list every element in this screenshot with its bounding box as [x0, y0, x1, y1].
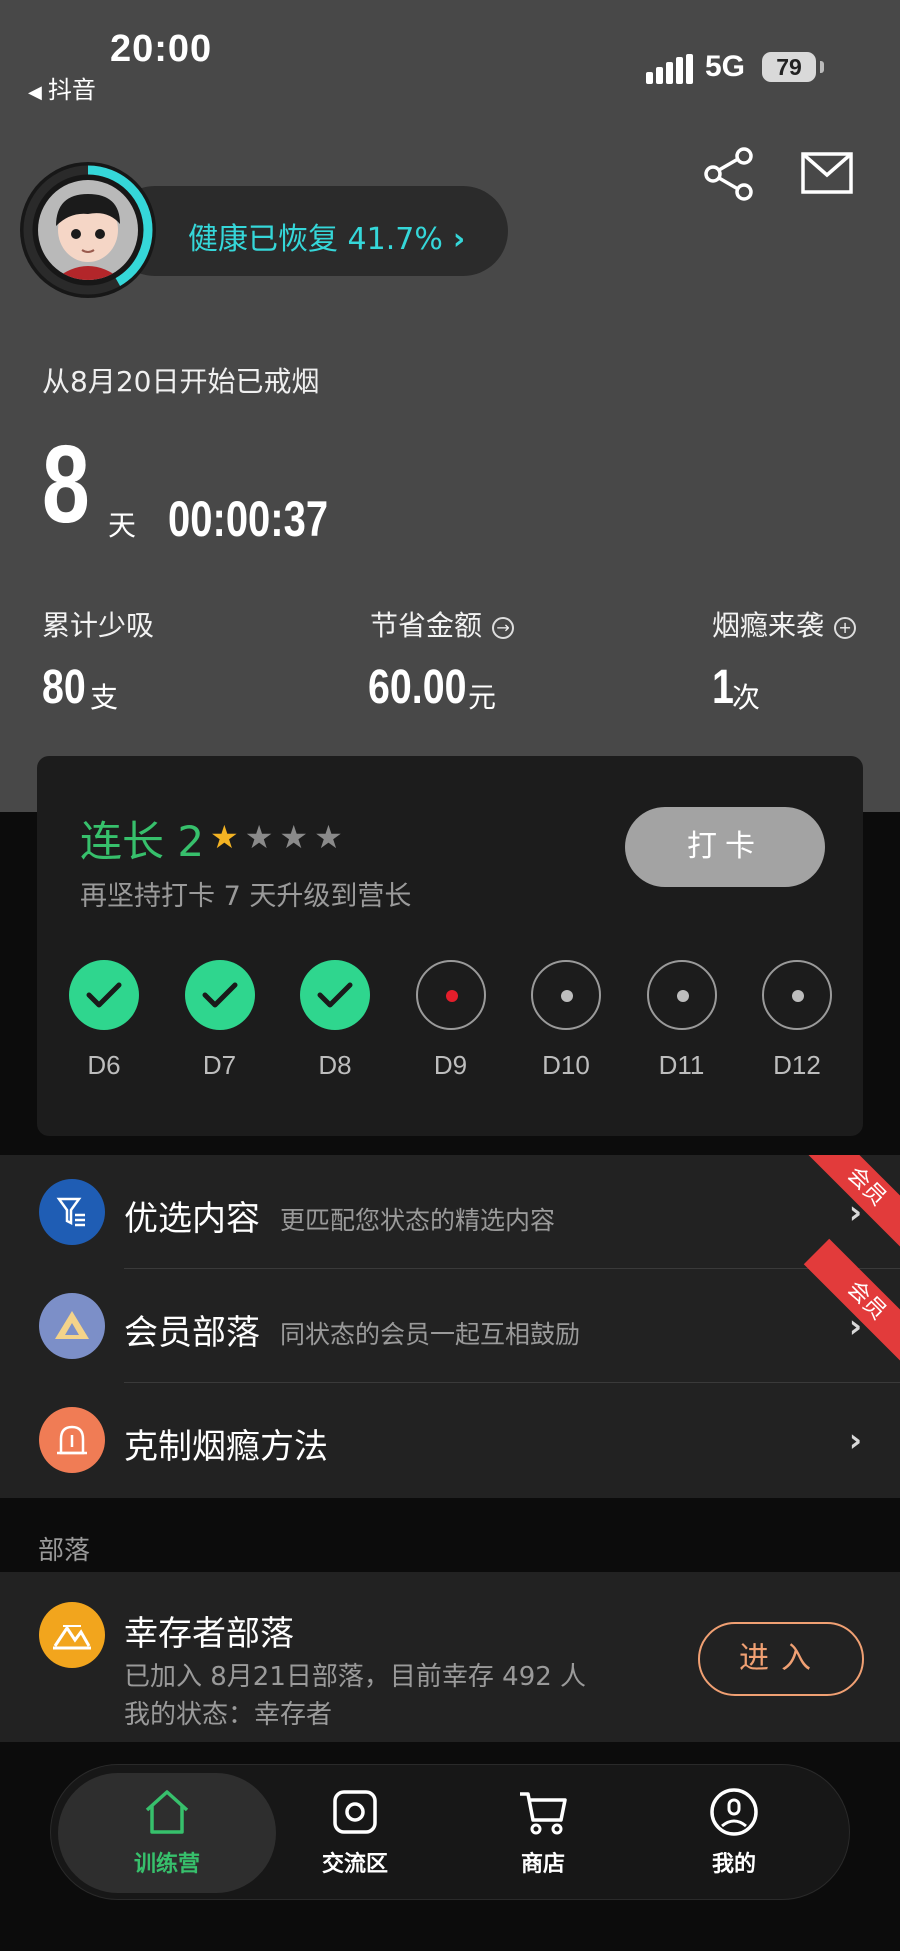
menu-item-craving-methods[interactable]: 克制烟瘾方法 › — [0, 1383, 900, 1497]
mail-icon[interactable] — [800, 148, 860, 200]
avatar[interactable] — [18, 160, 158, 300]
rank-title: 连长 2 — [80, 817, 205, 866]
plus-circle-icon[interactable]: + — [834, 617, 857, 639]
stat-unit-cravings: 次 — [732, 681, 761, 714]
section-label-tribe: 部落 — [38, 1536, 91, 1566]
camera-square-icon — [333, 1790, 377, 1834]
arrow-right-circle-icon[interactable]: → — [492, 617, 515, 639]
day-checked-icon — [184, 960, 255, 1030]
share-icon[interactable] — [700, 144, 760, 204]
day-label: D12 — [773, 1050, 821, 1080]
day-pending-icon — [762, 960, 832, 1030]
health-recovery-text: 健康已恢复 41.7% — [188, 222, 443, 257]
tab-profile[interactable]: 我的 — [659, 1786, 809, 1878]
battery-level: 79 — [776, 54, 802, 80]
star-filled-icon: ★ — [210, 818, 245, 856]
menu-item-subtitle: 同状态的会员一起互相鼓励 — [280, 1320, 581, 1349]
tribe-title: 幸存者部落 — [124, 1614, 294, 1654]
menu-item-curated-content[interactable]: 优选内容 更匹配您状态的精选内容 › 会员 — [0, 1155, 900, 1269]
signal-icon — [646, 54, 693, 84]
day-checked-icon — [300, 960, 370, 1030]
tab-label: 我的 — [711, 1852, 756, 1877]
cart-icon — [520, 1792, 567, 1835]
health-recovery-label[interactable]: 健康已恢复 41.7% › — [188, 214, 465, 258]
stat-label-cigarettes: 累计少吸 — [42, 609, 155, 642]
tab-community[interactable]: 交流区 — [280, 1786, 430, 1878]
tab-label: 训练营 — [133, 1852, 200, 1877]
battery-icon: 79 — [762, 52, 816, 82]
feature-menu: 优选内容 更匹配您状态的精选内容 › 会员 会员部落 同状态的会员一起互相鼓励 … — [0, 1155, 900, 1498]
checkmark-icon — [86, 982, 122, 1008]
day-pending-icon — [415, 960, 486, 1030]
mountain-icon — [39, 1602, 105, 1668]
day-label: D9 — [433, 1050, 468, 1080]
day-dot — [445, 990, 458, 1002]
tribe-card: 幸存者部落 已加入 8月21日部落，目前幸存 492 人 我的状态：幸存者 进入 — [0, 1572, 900, 1742]
day-label: D7 — [202, 1050, 237, 1080]
stat-label-savings[interactable]: 节省金额 → — [370, 604, 515, 644]
enter-tribe-button[interactable]: 进入 — [698, 1622, 864, 1696]
stat-unit-cigarettes: 支 — [90, 681, 119, 714]
day-label: D8 — [318, 1050, 352, 1080]
back-triangle-icon: ◀ — [28, 82, 42, 103]
day-dot — [792, 990, 804, 1002]
filter-list-icon — [39, 1179, 105, 1245]
days-count: 8 — [42, 423, 90, 546]
day-dot — [561, 990, 573, 1002]
day-dot — [676, 990, 689, 1002]
back-app-label: 抖音 — [47, 76, 96, 104]
battery-nub — [820, 61, 824, 73]
star-empty-icon: ★ — [244, 818, 280, 856]
stat-value-cigarettes: 80 — [42, 661, 86, 714]
back-to-app[interactable]: ◀ 抖音 — [28, 70, 96, 105]
day-checked-icon — [69, 960, 139, 1030]
menu-item-title: 会员部落 — [124, 1313, 260, 1353]
home-icon — [145, 1790, 189, 1834]
alarm-light-icon — [39, 1407, 105, 1473]
tab-shop[interactable]: 商店 — [468, 1786, 618, 1878]
checkmark-icon — [317, 982, 353, 1008]
days-unit: 天 — [108, 509, 137, 542]
tab-label: 商店 — [520, 1852, 565, 1877]
checkin-button[interactable]: 打卡 — [625, 807, 825, 887]
stat-unit-savings: 元 — [468, 681, 497, 714]
tribe-status: 我的状态：幸存者 — [124, 1700, 333, 1730]
elapsed-timer: 00:00:37 — [168, 491, 329, 547]
rank-subtitle: 再坚持打卡 7 天升级到营长 — [80, 881, 412, 912]
menu-item-title: 克制烟瘾方法 — [124, 1427, 328, 1467]
day-label: D10 — [542, 1050, 590, 1080]
user-circle-icon — [710, 1788, 758, 1836]
stat-value-savings: 60.00 — [368, 661, 467, 714]
stat-label-cravings[interactable]: 烟瘾来袭 + — [712, 604, 857, 644]
chevron-right-icon: › — [848, 1421, 862, 1459]
quit-since-text: 从8月20日开始已戒烟 — [42, 365, 320, 398]
checkmark-icon — [202, 982, 237, 1008]
day-pending-icon — [646, 960, 717, 1030]
tab-training-camp[interactable]: 训练营 — [92, 1786, 242, 1878]
star-empty-icon: ★ — [314, 818, 349, 856]
status-time: 20:00 — [110, 28, 213, 70]
menu-item-subtitle: 更匹配您状态的精选内容 — [280, 1206, 556, 1235]
tab-label: 交流区 — [321, 1852, 388, 1877]
tribe-info: 已加入 8月21日部落，目前幸存 492 人 — [124, 1662, 587, 1692]
chevron-right-icon: › — [452, 222, 466, 257]
day-label: D6 — [87, 1050, 121, 1080]
day-label: D11 — [658, 1050, 705, 1080]
triangle-icon — [39, 1293, 105, 1359]
network-type: 5G — [705, 50, 746, 83]
menu-item-member-tribe[interactable]: 会员部落 同状态的会员一起互相鼓励 › 会员 — [0, 1238, 900, 1383]
menu-item-title: 优选内容 — [124, 1199, 260, 1239]
rank-stars: ★★★★ — [210, 818, 349, 856]
stat-value-cravings: 1 — [712, 661, 734, 714]
day-pending-icon — [531, 960, 601, 1030]
star-empty-icon: ★ — [279, 818, 315, 856]
